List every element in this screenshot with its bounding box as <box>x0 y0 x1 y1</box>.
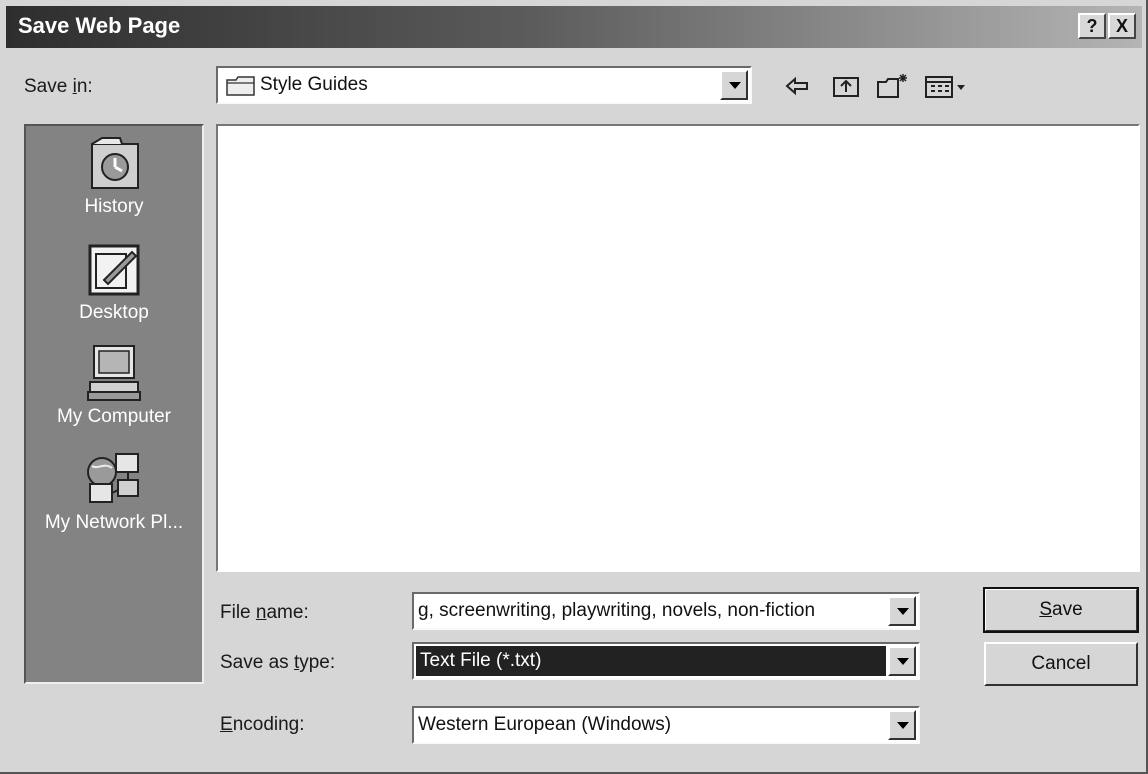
save-in-value: Style Guides <box>260 74 368 95</box>
place-label: My Computer <box>56 406 172 427</box>
save-in-label: Save in: <box>24 76 93 98</box>
my-computer-icon <box>26 344 202 402</box>
close-icon: X <box>1115 16 1128 36</box>
cancel-button-label: Cancel <box>1031 653 1091 674</box>
save-in-dropdown[interactable]: Style Guides <box>216 66 752 104</box>
chevron-down-icon[interactable] <box>720 70 748 100</box>
place-my-network-places[interactable]: My Network Pl... <box>26 450 202 534</box>
file-name-value: g, screenwriting, playwriting, novels, n… <box>418 600 816 621</box>
encoding-dropdown[interactable]: Western European (Windows) <box>412 706 920 744</box>
file-name-label-accel: n <box>255 602 267 623</box>
place-label: Desktop <box>79 302 149 323</box>
save-in-label-part: Save <box>24 76 73 97</box>
file-name-label-part: ame: <box>266 602 309 623</box>
save-as-type-label: Save as type: <box>220 652 335 674</box>
back-icon[interactable] <box>784 72 810 100</box>
encoding-label-accel: E <box>220 714 233 735</box>
folder-icon <box>226 75 256 102</box>
close-button[interactable]: X <box>1108 13 1136 39</box>
encoding-label-part: ncoding: <box>232 714 305 735</box>
file-name-label-part: File <box>220 602 256 623</box>
save-as-type-label-part: Save as <box>220 652 294 673</box>
save-web-page-dialog: Save Web Page ? X Save in: Style Guides <box>0 0 1148 774</box>
help-icon: ? <box>1086 16 1098 36</box>
save-in-label-part: n: <box>76 76 93 97</box>
file-name-label: File name: <box>220 602 309 624</box>
encoding-value: Western European (Windows) <box>418 714 672 735</box>
network-places-icon <box>26 450 202 508</box>
new-folder-icon[interactable] <box>876 72 910 100</box>
encoding-label: Encoding: <box>220 714 305 736</box>
place-my-computer[interactable]: My Computer <box>26 344 202 428</box>
save-button-accel: S <box>1039 599 1053 620</box>
desktop-icon <box>26 240 202 298</box>
place-label: History <box>84 196 144 217</box>
window-title: Save Web Page <box>18 13 181 38</box>
save-button-label: ave <box>1052 599 1083 620</box>
chevron-down-icon[interactable] <box>888 710 916 740</box>
up-folder-icon[interactable] <box>832 72 860 100</box>
cancel-button[interactable]: Cancel <box>984 642 1138 686</box>
file-list[interactable] <box>216 124 1140 572</box>
history-icon <box>26 134 202 192</box>
save-as-type-dropdown[interactable]: Text File (*.txt) <box>412 642 920 680</box>
place-label: My Network Pl... <box>44 512 184 533</box>
places-bar: History Desktop My Computer My Network P… <box>24 124 204 684</box>
save-as-type-label-part: ype: <box>299 652 336 673</box>
chevron-down-icon[interactable] <box>888 596 916 626</box>
place-history[interactable]: History <box>26 134 202 218</box>
place-desktop[interactable]: Desktop <box>26 240 202 324</box>
help-button[interactable]: ? <box>1078 13 1106 39</box>
save-as-type-value: Text File (*.txt) <box>420 650 542 671</box>
save-button[interactable]: Save <box>983 587 1139 633</box>
view-menu-icon[interactable] <box>924 72 972 100</box>
file-name-input[interactable]: g, screenwriting, playwriting, novels, n… <box>412 592 920 630</box>
chevron-down-icon[interactable] <box>888 646 916 676</box>
title-bar[interactable]: Save Web Page ? X <box>6 6 1142 48</box>
